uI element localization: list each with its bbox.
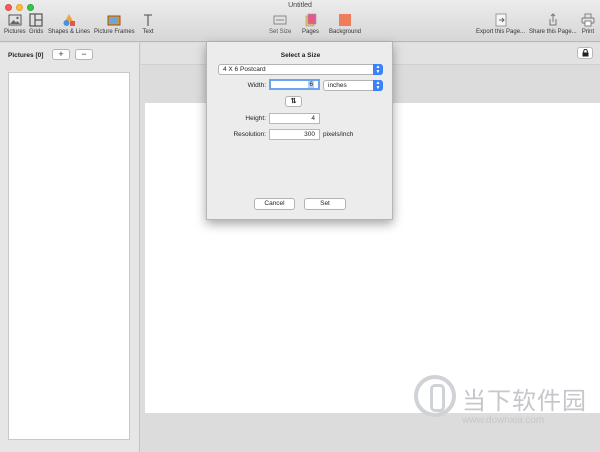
pictures-header: Pictures [0] bbox=[8, 52, 44, 59]
lock-icon bbox=[582, 49, 588, 57]
size-preset-value: 4 X 6 Postcard bbox=[223, 66, 266, 73]
lock-button[interactable] bbox=[577, 47, 593, 59]
watermark-text: 当下软件园 bbox=[462, 387, 587, 415]
watermark: 当下软件园 www.downxia.com bbox=[412, 373, 597, 435]
toolbar-export-label: Export this Page... bbox=[476, 29, 526, 35]
export-icon bbox=[495, 13, 506, 27]
shapes-icon bbox=[63, 14, 76, 26]
resolution-field[interactable]: 300 bbox=[269, 129, 320, 140]
toolbar-text-label: Text bbox=[142, 29, 154, 35]
dialog-title: Select a Size bbox=[280, 52, 321, 59]
toolbar-frames-button[interactable]: Picture Frames bbox=[94, 13, 135, 35]
toolbar-shapes-button[interactable]: Shapes & Lines bbox=[48, 13, 90, 35]
set-button[interactable]: Set bbox=[304, 198, 346, 210]
toolbar-share-label: Share this Page... bbox=[529, 29, 577, 35]
height-label: Height: bbox=[245, 115, 266, 122]
share-icon bbox=[549, 13, 557, 26]
toolbar-grids-label: Grids bbox=[29, 29, 44, 35]
toolbar-pictures-button[interactable]: Pictures bbox=[4, 13, 26, 35]
resolution-label: Resolution: bbox=[233, 131, 266, 138]
grid-icon bbox=[29, 13, 43, 27]
unit-value: inches bbox=[328, 82, 347, 89]
pictures-list[interactable] bbox=[8, 72, 130, 440]
toolbar-frames-label: Picture Frames bbox=[94, 29, 135, 35]
toolbar-print-label: Print bbox=[581, 29, 595, 35]
frame-icon bbox=[107, 15, 121, 26]
select-size-dialog: Select a Size 4 X 6 Postcard ▲ ▼ Width: 6… bbox=[206, 42, 393, 220]
swap-dimensions-button[interactable]: ⇅ bbox=[285, 96, 302, 107]
cancel-button[interactable]: Cancel bbox=[254, 198, 295, 210]
toolbar-print-button[interactable]: Print bbox=[581, 13, 595, 35]
title-bar: Untitled Pictures Grids Shapes & Lines P… bbox=[0, 0, 600, 42]
chevron-updown-icon: ▲ ▼ bbox=[373, 64, 383, 75]
toolbar-pages-button[interactable]: Pages bbox=[302, 13, 319, 35]
toolbar-background-button[interactable]: Background bbox=[329, 13, 361, 35]
watermark-logo-icon bbox=[414, 375, 456, 417]
toolbar-text-button[interactable]: Text bbox=[141, 13, 155, 35]
resolution-value: 300 bbox=[304, 131, 315, 138]
toolbar-set-size-label: Set Size bbox=[269, 29, 292, 35]
width-value: 6 bbox=[308, 81, 314, 88]
pages-icon bbox=[305, 13, 316, 27]
size-preset-select[interactable]: 4 X 6 Postcard ▲ ▼ bbox=[218, 64, 383, 75]
chevron-updown-icon: ▲ ▼ bbox=[373, 80, 383, 91]
remove-picture-button[interactable]: − bbox=[75, 49, 93, 60]
add-picture-button[interactable]: + bbox=[52, 49, 70, 60]
width-field[interactable]: 6 bbox=[269, 79, 320, 90]
resolution-unit: pixels/inch bbox=[323, 131, 354, 138]
width-label: Width: bbox=[247, 82, 266, 89]
unit-select[interactable]: inches ▲ ▼ bbox=[323, 80, 383, 91]
toolbar-shapes-label: Shapes & Lines bbox=[48, 29, 91, 35]
printer-icon bbox=[581, 13, 595, 27]
height-field[interactable]: 4 bbox=[269, 113, 320, 124]
toolbar-set-size-button[interactable]: Set Size bbox=[269, 13, 291, 35]
window-title: Untitled bbox=[288, 2, 312, 9]
toolbar-background-label: Background bbox=[329, 29, 362, 35]
toolbar-pages-label: Pages bbox=[302, 29, 320, 35]
height-value: 4 bbox=[311, 115, 315, 122]
resize-icon bbox=[273, 15, 287, 25]
background-swatch-icon bbox=[339, 14, 352, 26]
toolbar-export-button[interactable]: Export this Page... bbox=[476, 13, 525, 35]
toolbar-grids-button[interactable]: Grids bbox=[29, 13, 43, 35]
image-icon bbox=[8, 14, 22, 26]
pictures-sidebar: Pictures [0] + − bbox=[0, 43, 140, 452]
toolbar-pictures-label: Pictures bbox=[4, 29, 26, 35]
text-icon bbox=[144, 14, 152, 26]
watermark-url: www.downxia.com bbox=[462, 415, 545, 426]
toolbar-share-button[interactable]: Share this Page... bbox=[529, 13, 577, 35]
